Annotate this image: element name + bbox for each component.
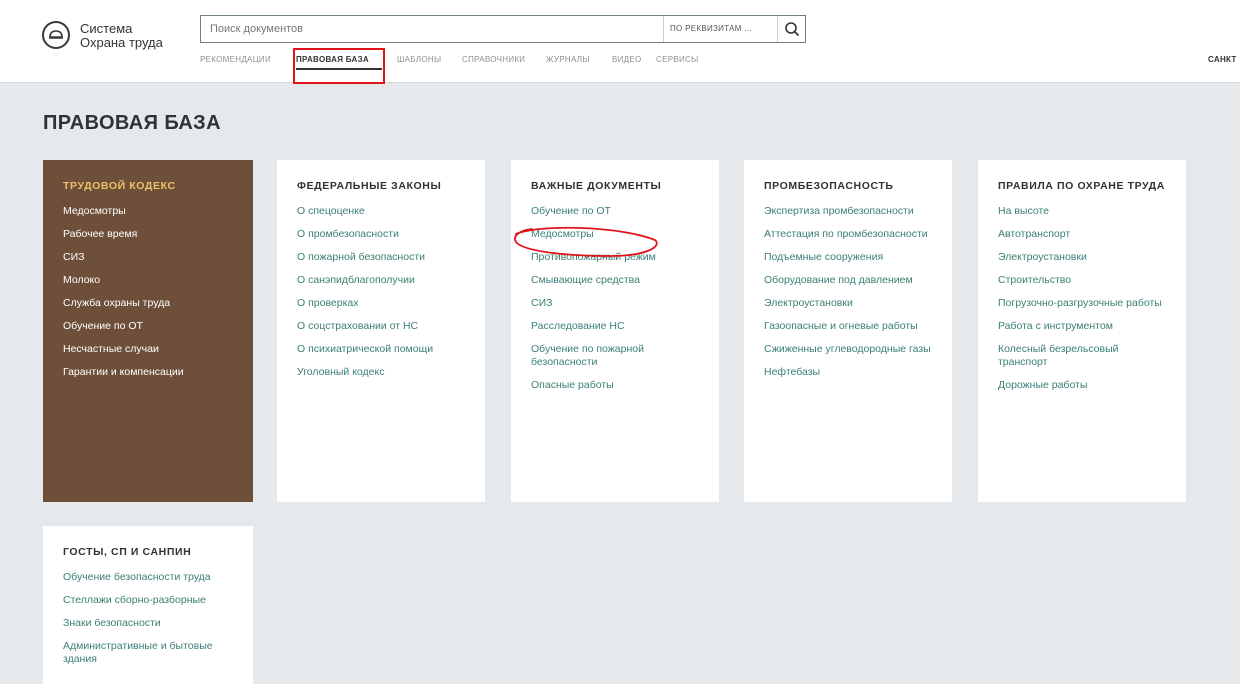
page-title: ПРАВОВАЯ БАЗА — [43, 112, 221, 134]
card-industrial-safety: ПРОМБЕЗОПАСНОСТЬ Экспертиза промбезопасн… — [744, 160, 952, 502]
card-link[interactable]: Работа с инструментом — [998, 320, 1168, 333]
nav-item-services[interactable]: СЕРВИСЫ — [656, 55, 699, 64]
card-link[interactable]: Обучение безопасности труда — [63, 571, 235, 584]
card-link[interactable]: Погрузочно-разгрузочные работы — [998, 297, 1168, 310]
card-link[interactable]: Обучение по ОТ — [531, 205, 701, 218]
card-link[interactable]: СИЗ — [63, 251, 235, 264]
card-link[interactable]: Электроустановки — [998, 251, 1168, 264]
card-link[interactable]: Электроустановки — [764, 297, 934, 310]
card-link[interactable]: Опасные работы — [531, 379, 701, 392]
card-link[interactable]: Газоопасные и огневые работы — [764, 320, 934, 333]
card-link[interactable]: Служба охраны труда — [63, 297, 235, 310]
card-link[interactable]: Несчастные случаи — [63, 343, 235, 356]
card-link[interactable]: Молоко — [63, 274, 235, 287]
card-link[interactable]: Дорожные работы — [998, 379, 1168, 392]
card-title[interactable]: ВАЖНЫЕ ДОКУМЕНТЫ — [531, 180, 701, 193]
card-title[interactable]: ФЕДЕРАЛЬНЫЕ ЗАКОНЫ — [297, 180, 467, 193]
card-title[interactable]: ПРОМБЕЗОПАСНОСТЬ — [764, 180, 934, 193]
card-link[interactable]: О проверках — [297, 297, 467, 310]
search-button[interactable] — [777, 16, 805, 42]
card-link[interactable]: Подъемные сооружения — [764, 251, 934, 264]
card-federal-laws: ФЕДЕРАЛЬНЫЕ ЗАКОНЫ О спецоценке О промбе… — [277, 160, 485, 502]
card-link[interactable]: На высоте — [998, 205, 1168, 218]
card-link[interactable]: О промбезопасности — [297, 228, 467, 241]
card-link[interactable]: Строительство — [998, 274, 1168, 287]
card-link[interactable]: Автотранспорт — [998, 228, 1168, 241]
card-links: Обучение по ОТ Медосмотры Противопожарны… — [531, 205, 701, 392]
card-gost-sp-sanpin: ГОСТЫ, СП И САНПИН Обучение безопасности… — [43, 526, 253, 684]
card-link[interactable]: О соцстраховании от НС — [297, 320, 467, 333]
card-link[interactable]: О пожарной безопасности — [297, 251, 467, 264]
nav-item-journals[interactable]: ЖУРНАЛЫ — [546, 55, 590, 64]
search-icon — [785, 22, 799, 36]
card-link[interactable]: СИЗ — [531, 297, 701, 310]
search-input[interactable] — [201, 16, 670, 42]
card-link[interactable]: Экспертиза промбезопасности — [764, 205, 934, 218]
active-tab-highlight-box — [293, 48, 385, 84]
card-link[interactable]: Рабочее время — [63, 228, 235, 241]
card-link[interactable]: Знаки безопасности — [63, 617, 235, 630]
card-links: Обучение безопасности труда Стеллажи сбо… — [63, 571, 235, 666]
card-link[interactable]: Колесный безрельсовый транспорт — [998, 343, 1168, 369]
nav-item-recommendations[interactable]: РЕКОМЕНДАЦИИ — [200, 55, 271, 64]
nav-item-video[interactable]: ВИДЕО — [612, 55, 642, 64]
helmet-icon — [42, 21, 70, 49]
card-title[interactable]: ТРУДОВОЙ КОДЕКС — [63, 180, 235, 193]
card-link[interactable]: Стеллажи сборно-разборные — [63, 594, 235, 607]
card-link[interactable]: Гарантии и компенсации — [63, 366, 235, 379]
card-link[interactable]: Медосмотры — [63, 205, 235, 218]
site-logo[interactable]: Система Охрана труда — [42, 19, 192, 59]
card-link[interactable]: Обучение по пожарной безопасности — [531, 343, 701, 369]
card-important-documents: ВАЖНЫЕ ДОКУМЕНТЫ Обучение по ОТ Медосмот… — [511, 160, 719, 502]
card-link[interactable]: Противопожарный режим — [531, 251, 701, 264]
card-title[interactable]: ПРАВИЛА ПО ОХРАНЕ ТРУДА — [998, 180, 1168, 193]
card-link[interactable]: Оборудование под давлением — [764, 274, 934, 287]
card-links: На высоте Автотранспорт Электроустановки… — [998, 205, 1168, 392]
card-link[interactable]: Расследование НС — [531, 320, 701, 333]
card-links: О спецоценке О промбезопасности О пожарн… — [297, 205, 467, 379]
card-link[interactable]: О спецоценке — [297, 205, 467, 218]
card-link[interactable]: Уголовный кодекс — [297, 366, 467, 379]
card-title[interactable]: ГОСТЫ, СП И САНПИН — [63, 546, 235, 559]
card-link[interactable]: Аттестация по промбезопасности — [764, 228, 934, 241]
card-link[interactable]: Сжиженные углеводородные газы — [764, 343, 934, 356]
card-link[interactable]: Нефтебазы — [764, 366, 934, 379]
search-mode-select[interactable]: ПО РЕКВИЗИТАМ ... — [663, 16, 777, 42]
logo-text: Система Охрана труда — [80, 22, 163, 50]
card-links: Экспертиза промбезопасности Аттестация п… — [764, 205, 934, 379]
card-labor-code: ТРУДОВОЙ КОДЕКС Медосмотры Рабочее время… — [43, 160, 253, 502]
card-link[interactable]: Обучение по ОТ — [63, 320, 235, 333]
card-labor-safety-rules: ПРАВИЛА ПО ОХРАНЕ ТРУДА На высоте Автотр… — [978, 160, 1186, 502]
card-link[interactable]: Медосмотры — [531, 228, 701, 241]
logo-line-2: Охрана труда — [80, 35, 163, 50]
logo-line-1: Система — [80, 21, 133, 36]
card-links: Медосмотры Рабочее время СИЗ Молоко Служ… — [63, 205, 235, 379]
region-label[interactable]: САНКТ — [1208, 55, 1237, 64]
card-link[interactable]: О психиатрической помощи — [297, 343, 467, 356]
card-link[interactable]: О санэпидблагополучии — [297, 274, 467, 287]
site-header: Система Охрана труда ПО РЕКВИЗИТАМ ... Р… — [0, 0, 1240, 83]
search-bar: ПО РЕКВИЗИТАМ ... — [200, 15, 806, 43]
card-link[interactable]: Смывающие средства — [531, 274, 701, 287]
card-link[interactable]: Административные и бытовые здания — [63, 640, 235, 666]
nav-item-handbooks[interactable]: СПРАВОЧНИКИ — [462, 55, 525, 64]
nav-item-templates[interactable]: ШАБЛОНЫ — [397, 55, 441, 64]
